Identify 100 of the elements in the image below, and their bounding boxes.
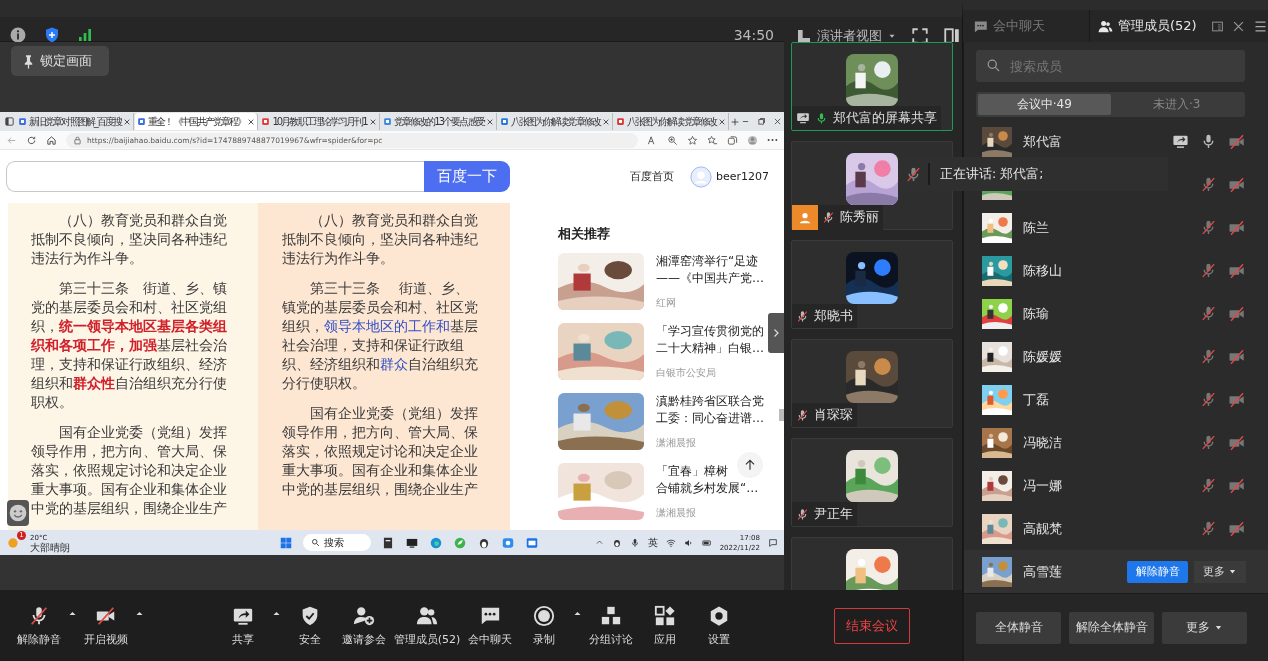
news-title[interactable]: 湘潭窑湾举行“足迹 ——《中国共产党… (656, 253, 764, 287)
camera-off-icon[interactable] (1228, 132, 1246, 151)
unmute-all-button[interactable]: 解除全体静音 (1069, 611, 1154, 644)
lock-view-button[interactable]: 锁定画面 (11, 46, 109, 76)
apps-button[interactable]: 应用 (638, 604, 692, 647)
mute-all-button[interactable]: 全体静音 (976, 611, 1061, 644)
chat-button[interactable]: 会中聊天 (463, 604, 517, 647)
close-icon[interactable] (717, 117, 726, 126)
camera-off-icon[interactable] (1228, 519, 1246, 538)
close-icon[interactable] (485, 117, 494, 126)
camera-off-icon[interactable] (1228, 218, 1246, 237)
news-title[interactable]: 「宜春」樟树 合铺就乡村发展“… (656, 463, 759, 497)
more-button[interactable]: 更多 (1194, 560, 1246, 583)
close-icon[interactable] (368, 117, 377, 126)
muted-mic-icon[interactable] (1200, 176, 1217, 193)
reload-icon[interactable] (26, 134, 37, 146)
invite-button[interactable]: 邀请参会 (337, 604, 391, 647)
scrollbar[interactable] (779, 409, 784, 421)
browser-tab[interactable]: 党章修改的13个要点感受 (380, 113, 497, 130)
star-icon[interactable] (687, 134, 698, 146)
favorites-icon[interactable] (707, 134, 718, 146)
video-tile[interactable]: 郑晓书 (791, 240, 953, 329)
file-icon[interactable] (381, 535, 395, 550)
camera-off-icon[interactable] (1228, 390, 1246, 409)
close-icon[interactable] (123, 117, 132, 126)
window-app-icon[interactable] (525, 535, 539, 550)
restore-icon[interactable] (756, 117, 766, 126)
side-panel-icon[interactable] (943, 26, 961, 45)
input-method[interactable]: 英 (647, 535, 658, 550)
segment-tab[interactable]: 会议中·49 (978, 94, 1111, 115)
muted-mic-icon[interactable] (1200, 219, 1217, 236)
search-field[interactable] (6, 161, 424, 192)
home-icon[interactable] (46, 134, 57, 146)
camera-off-icon[interactable] (1228, 476, 1246, 495)
muted-mic-icon[interactable] (1200, 434, 1217, 451)
settings-button[interactable]: 设置 (692, 604, 746, 647)
unmute-button[interactable]: 解除静音 (1127, 560, 1188, 583)
taskbar-search[interactable]: 搜索 (303, 534, 371, 551)
muted-mic-icon[interactable] (1200, 348, 1217, 365)
caret-icon[interactable] (135, 609, 144, 618)
mic-icon[interactable] (629, 537, 640, 548)
camera-off-icon[interactable] (1228, 347, 1246, 366)
browser-tab[interactable]: 重全！《中国共产党章程》 (135, 113, 259, 130)
collections-icon[interactable] (727, 134, 738, 146)
speaker-icon[interactable] (683, 537, 694, 548)
close-icon[interactable] (601, 117, 610, 126)
member-row[interactable]: 高雪莲 解除静音 更多 (964, 550, 1268, 593)
end-meeting-button[interactable]: 结束会议 (834, 607, 910, 644)
camera-off-icon[interactable] (1228, 433, 1246, 452)
profile-icon[interactable] (747, 134, 758, 146)
muted-mic-icon[interactable] (1200, 391, 1217, 408)
username[interactable]: beer1207 (716, 170, 770, 183)
mic-button[interactable]: 解除静音 (12, 604, 66, 647)
browser-tab[interactable]: 新旧党章对照图解_百度搜 (16, 113, 135, 130)
record-button[interactable]: 录制 (517, 604, 571, 647)
notification-icon[interactable] (768, 537, 778, 548)
collapse-handle[interactable] (768, 313, 784, 353)
reaction-button[interactable] (7, 500, 29, 526)
new-tab-icon[interactable] (729, 116, 740, 127)
search-button[interactable]: 百度一下 (424, 161, 510, 192)
battery-icon[interactable] (701, 537, 712, 548)
windows-icon[interactable] (279, 535, 293, 550)
more-icon[interactable] (767, 138, 778, 142)
view-dropdown[interactable]: 演讲者视图 (796, 26, 897, 45)
video-button[interactable]: 开启视频 (79, 604, 133, 647)
close-icon[interactable] (1231, 19, 1245, 33)
zoom-icon[interactable] (667, 134, 678, 146)
popout-icon[interactable] (1210, 19, 1224, 33)
members-button[interactable]: 管理成员(52) (391, 604, 463, 647)
muted-mic-icon[interactable] (1200, 520, 1217, 537)
penguin-icon[interactable] (611, 537, 622, 548)
home-link[interactable]: 百度首页 (630, 169, 674, 184)
news-title[interactable]: 「学习宣传贯彻党的 二十大精神」白银… (656, 323, 764, 357)
share-button[interactable]: 共享 (216, 604, 270, 647)
leaf-icon[interactable] (453, 535, 467, 550)
muted-mic-icon[interactable] (1200, 262, 1217, 279)
wifi-icon[interactable] (665, 537, 676, 548)
camera-off-icon[interactable] (1228, 304, 1246, 323)
news-title[interactable]: 滇黔桂跨省区联合党 工委：同心奋进谱… (656, 393, 764, 427)
browser-icon[interactable] (429, 535, 443, 550)
muted-mic-icon[interactable] (1200, 477, 1217, 494)
video-tile[interactable]: 郑代富的屏幕共享 (791, 42, 953, 131)
security-button[interactable]: 安全 (283, 604, 337, 647)
muted-mic-icon[interactable] (1200, 305, 1217, 322)
camera-off-icon[interactable] (1228, 175, 1246, 194)
close-icon[interactable] (247, 117, 256, 126)
browser-tab[interactable]: 八张图为你解读党章修改 (497, 113, 613, 130)
video-tile[interactable]: 肖琛琛 (791, 339, 953, 428)
caret-icon[interactable] (272, 609, 281, 618)
fullscreen-icon[interactable] (911, 26, 929, 45)
close-icon[interactable] (772, 117, 782, 126)
browser-tab[interactable]: 八张图为你解读党章修改 (613, 113, 729, 130)
camera-off-icon[interactable] (1228, 261, 1246, 280)
meeting-app-icon[interactable] (501, 535, 515, 550)
browser-tab[interactable]: 10月教职工理论学习月刊1 (259, 113, 380, 130)
caret-icon[interactable] (68, 609, 77, 618)
more-button[interactable]: 更多 (1162, 611, 1247, 644)
video-tile[interactable]: 尹正年 (791, 438, 953, 527)
breakout-button[interactable]: 分组讨论 (584, 604, 638, 647)
caret-icon[interactable] (573, 609, 582, 618)
